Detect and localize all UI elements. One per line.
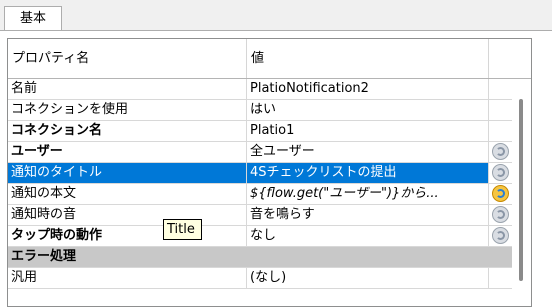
property-row-general[interactable]: 汎用 (なし) xyxy=(8,268,512,289)
property-name: コネクションを使用 xyxy=(8,100,247,120)
property-name: タップ時の動作 xyxy=(8,226,247,246)
button-cell xyxy=(489,79,512,99)
expression-editor-icon[interactable] xyxy=(492,206,509,223)
property-row-notification-body[interactable]: 通知の本文 ${flow.get("ユーザー")}から... xyxy=(8,184,512,205)
property-row-connection-name[interactable]: コネクション名 Platio1 xyxy=(8,121,512,142)
expression-editor-icon[interactable] xyxy=(492,143,509,160)
button-cell xyxy=(489,121,512,141)
button-cell xyxy=(489,268,512,288)
property-group-error-handling[interactable]: エラー処理 xyxy=(8,247,512,268)
group-title: エラー処理 xyxy=(11,249,77,264)
button-cell xyxy=(489,226,512,246)
vertical-scrollbar[interactable] xyxy=(512,79,531,306)
property-value[interactable]: (なし) xyxy=(247,268,489,288)
property-rows: 名前 PlatioNotification2 コネクションを使用 はい コネクシ… xyxy=(8,79,512,289)
property-value[interactable]: はい xyxy=(247,100,489,120)
property-row-use-connection[interactable]: コネクションを使用 はい xyxy=(8,100,512,121)
tab-strip: 基本 xyxy=(0,0,552,31)
tab-basic[interactable]: 基本 xyxy=(4,6,62,31)
expression-editor-icon[interactable] xyxy=(492,227,509,244)
button-cell xyxy=(489,205,512,225)
expression-editor-icon[interactable] xyxy=(492,164,509,181)
grid-header: プロパティ名 値 xyxy=(8,39,531,79)
property-value[interactable]: Platio1 xyxy=(247,121,489,141)
property-value[interactable]: PlatioNotification2 xyxy=(247,79,489,99)
property-value[interactable]: 全ユーザー xyxy=(247,142,489,162)
column-header-property-name[interactable]: プロパティ名 xyxy=(8,39,247,78)
column-header-value[interactable]: 値 xyxy=(247,39,489,78)
button-cell xyxy=(489,163,512,183)
button-cell xyxy=(489,142,512,162)
property-value[interactable]: 音を鳴らす xyxy=(247,205,489,225)
property-value[interactable]: なし xyxy=(247,226,489,246)
property-row-notification-sound[interactable]: 通知時の音 音を鳴らす xyxy=(8,205,512,226)
tooltip: Title xyxy=(163,219,202,240)
property-name: 通知のタイトル xyxy=(8,163,247,183)
column-header-button xyxy=(489,39,511,78)
property-name: 汎用 xyxy=(8,268,247,288)
property-name: コネクション名 xyxy=(8,121,247,141)
property-name: 通知時の音 xyxy=(8,205,247,225)
property-name: ユーザー xyxy=(8,142,247,162)
property-row-notification-title[interactable]: 通知のタイトル 4Sチェックリストの提出 xyxy=(8,163,512,184)
property-name: 通知の本文 xyxy=(8,184,247,204)
property-value[interactable]: ${flow.get("ユーザー")}から... xyxy=(247,184,489,204)
property-name: 名前 xyxy=(8,79,247,99)
property-row-tap-action[interactable]: タップ時の動作 なし xyxy=(8,226,512,247)
scrollbar-thumb[interactable] xyxy=(519,99,523,281)
property-row-name[interactable]: 名前 PlatioNotification2 xyxy=(8,79,512,100)
property-row-user[interactable]: ユーザー 全ユーザー xyxy=(8,142,512,163)
property-grid: プロパティ名 値 名前 PlatioNotification2 コネクションを使… xyxy=(7,38,532,307)
expression-editor-icon-active[interactable] xyxy=(492,185,509,202)
button-cell xyxy=(489,100,512,120)
button-cell xyxy=(489,184,512,204)
property-value[interactable]: 4Sチェックリストの提出 xyxy=(247,163,489,183)
